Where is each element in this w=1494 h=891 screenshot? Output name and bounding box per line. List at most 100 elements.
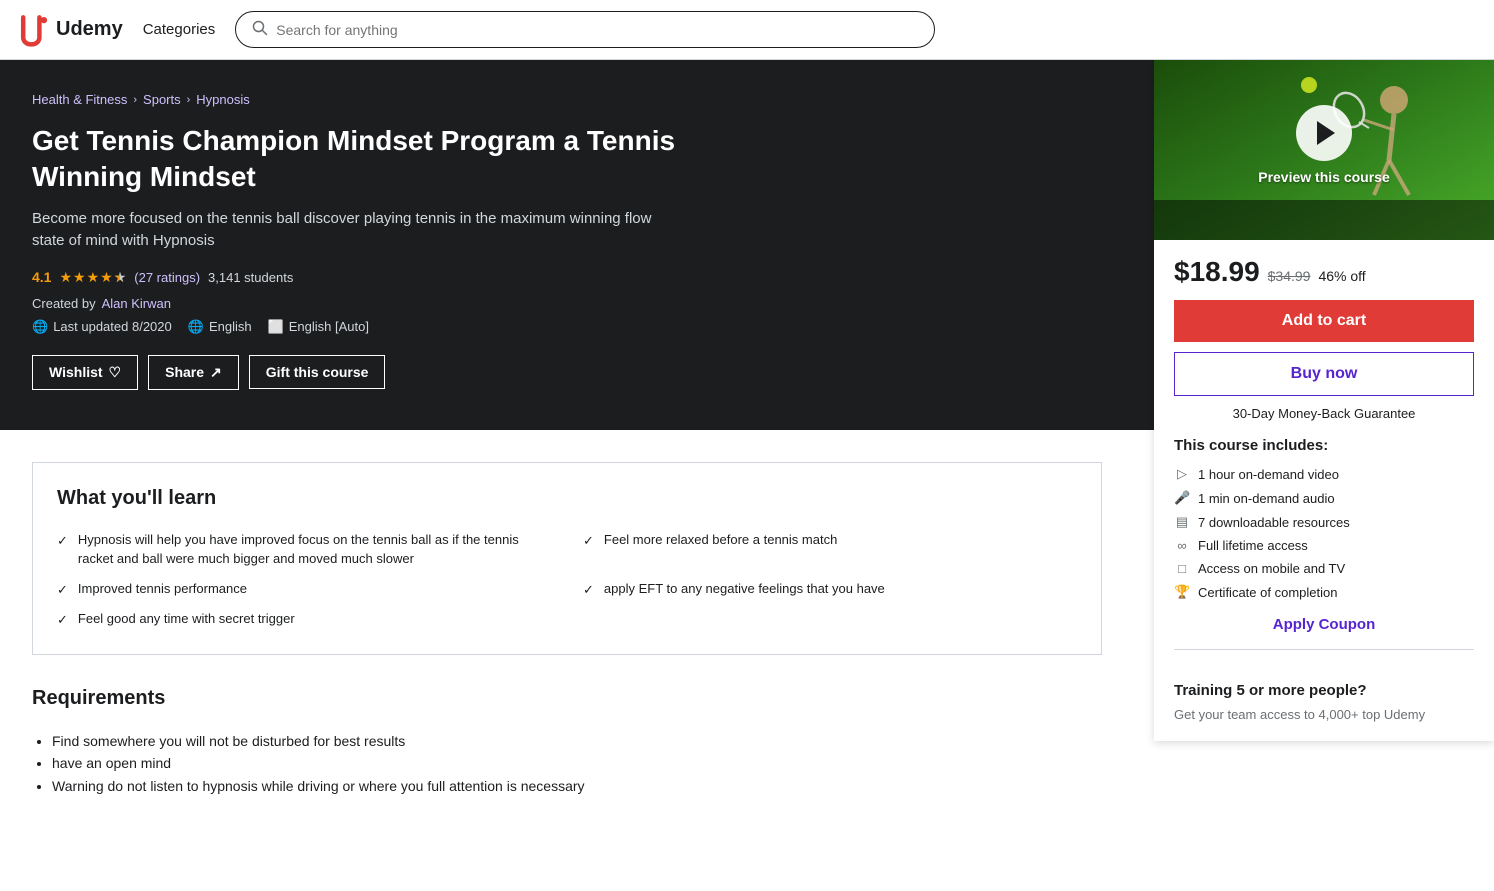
instructor-link[interactable]: Alan Kirwan	[102, 296, 171, 311]
logo[interactable]: Udemy	[16, 12, 123, 48]
divider	[1174, 649, 1474, 650]
learn-section: What you'll learn ✓ Hypnosis will help y…	[32, 462, 1102, 655]
wishlist-button[interactable]: Wishlist ♡	[32, 355, 138, 390]
team-text: Get your team access to 4,000+ top Udemy	[1174, 705, 1474, 725]
rating-count: (27 ratings)	[134, 270, 200, 285]
check-icon-4: ✓	[583, 580, 594, 600]
breadcrumb-sep-1: ›	[133, 94, 137, 106]
play-overlay[interactable]: Preview this course	[1154, 50, 1494, 240]
star-3: ★	[87, 269, 100, 286]
includes-item-certificate: 🏆 Certificate of completion	[1174, 584, 1474, 600]
learn-item-5: ✓ Feel good any time with secret trigger	[57, 609, 551, 630]
includes-item-lifetime: ∞ Full lifetime access	[1174, 538, 1474, 553]
mobile-icon: □	[1174, 561, 1190, 576]
check-icon-1: ✓	[57, 531, 68, 551]
caption-text: English [Auto]	[289, 319, 369, 334]
learn-grid: ✓ Hypnosis will help you have improved f…	[57, 530, 1077, 630]
caption-item: ⬜ English [Auto]	[268, 319, 369, 335]
guarantee-text: 30-Day Money-Back Guarantee	[1174, 406, 1474, 421]
req-item-3: Warning do not listen to hypnosis while …	[52, 775, 1102, 797]
sidebar-price-section: $18.99 $34.99 46% off Add to cart Buy no…	[1154, 240, 1494, 682]
star-4: ★	[100, 269, 113, 286]
gift-button[interactable]: Gift this course	[249, 355, 386, 389]
learn-text-3: Improved tennis performance	[78, 579, 247, 599]
share-icon: ↗	[210, 364, 222, 381]
certificate-icon: 🏆	[1174, 584, 1190, 600]
includes-item-audio: 🎤 1 min on-demand audio	[1174, 490, 1474, 506]
course-title: Get Tennis Champion Mindset Program a Te…	[32, 123, 712, 196]
content-area: What you'll learn ✓ Hypnosis will help y…	[0, 430, 1134, 861]
includes-audio-text: 1 min on-demand audio	[1198, 491, 1335, 506]
last-updated-text: Last updated 8/2020	[53, 319, 172, 334]
buy-now-button[interactable]: Buy now	[1174, 352, 1474, 396]
last-updated-item: 🌐 Last updated 8/2020	[32, 319, 172, 335]
udemy-logo-icon	[16, 12, 52, 48]
learn-item-4: ✓ apply EFT to any negative feelings tha…	[583, 579, 1077, 600]
includes-item-video: ▷ 1 hour on-demand video	[1174, 466, 1474, 482]
caption-icon: ⬜	[268, 319, 284, 335]
requirements-section: Requirements Find somewhere you will not…	[32, 687, 1102, 797]
star-2: ★	[73, 269, 86, 286]
preview-label: Preview this course	[1258, 169, 1390, 185]
course-preview[interactable]: Preview this course	[1154, 50, 1494, 240]
instructor-row: Created by Alan Kirwan	[32, 296, 1122, 311]
rating-row: 4.1 ★ ★ ★ ★ ★ ★ (27 ratings) 3,141 stude…	[32, 269, 1122, 286]
check-icon-2: ✓	[583, 531, 594, 551]
team-title: Training 5 or more people?	[1174, 682, 1474, 699]
includes-list: ▷ 1 hour on-demand video 🎤 1 min on-dema…	[1174, 466, 1474, 600]
includes-video-text: 1 hour on-demand video	[1198, 467, 1339, 482]
includes-title: This course includes:	[1174, 437, 1474, 454]
learn-item-3: ✓ Improved tennis performance	[57, 579, 551, 600]
students-count: 3,141 students	[208, 270, 293, 285]
requirements-list: Find somewhere you will not be disturbed…	[32, 730, 1102, 797]
video-icon: ▷	[1174, 466, 1190, 482]
hero-section: Health & Fitness › Sports › Hypnosis Get…	[0, 60, 1154, 430]
price-original: $34.99	[1268, 268, 1311, 284]
rating-number: 4.1	[32, 269, 51, 285]
includes-certificate-text: Certificate of completion	[1198, 585, 1337, 600]
price-row: $18.99 $34.99 46% off	[1174, 256, 1474, 288]
includes-item-download: ▤ 7 downloadable resources	[1174, 514, 1474, 530]
info-row: 🌐 Last updated 8/2020 🌐 English ⬜ Englis…	[32, 319, 1122, 335]
check-icon-3: ✓	[57, 580, 68, 600]
course-subtitle: Become more focused on the tennis ball d…	[32, 208, 672, 253]
learn-section-title: What you'll learn	[57, 487, 1077, 510]
search-bar	[235, 11, 935, 48]
requirements-title: Requirements	[32, 687, 1102, 710]
price-current: $18.99	[1174, 256, 1260, 288]
sidebar: Preview this course $18.99 $34.99 46% of…	[1154, 50, 1494, 741]
search-input[interactable]	[276, 22, 918, 38]
categories-button[interactable]: Categories	[135, 17, 224, 42]
wishlist-label: Wishlist	[49, 364, 103, 380]
breadcrumb-health[interactable]: Health & Fitness	[32, 92, 127, 107]
add-to-cart-button[interactable]: Add to cart	[1174, 300, 1474, 342]
breadcrumb: Health & Fitness › Sports › Hypnosis	[32, 92, 1122, 107]
search-icon	[252, 20, 268, 39]
breadcrumb-sep-2: ›	[187, 94, 191, 106]
share-button[interactable]: Share ↗	[148, 355, 239, 390]
infinity-icon: ∞	[1174, 538, 1190, 553]
audio-icon: 🎤	[1174, 490, 1190, 506]
breadcrumb-sports[interactable]: Sports	[143, 92, 181, 107]
star-1: ★	[59, 269, 72, 286]
language-item: 🌐 English	[188, 319, 252, 335]
download-icon: ▤	[1174, 514, 1190, 530]
breadcrumb-hypnosis[interactable]: Hypnosis	[196, 92, 249, 107]
apply-coupon-link[interactable]: Apply Coupon	[1174, 616, 1474, 633]
learn-text-2: Feel more relaxed before a tennis match	[604, 530, 837, 550]
price-discount: 46% off	[1318, 268, 1365, 284]
includes-item-mobile: □ Access on mobile and TV	[1174, 561, 1474, 576]
logo-text: Udemy	[56, 18, 123, 41]
created-by-label: Created by	[32, 296, 96, 311]
globe-icon: 🌐	[32, 319, 48, 335]
team-section: Training 5 or more people? Get your team…	[1154, 682, 1494, 741]
learn-text-4: apply EFT to any negative feelings that …	[604, 579, 885, 599]
play-circle	[1296, 105, 1352, 161]
learn-text-1: Hypnosis will help you have improved foc…	[78, 530, 551, 569]
includes-mobile-text: Access on mobile and TV	[1198, 561, 1345, 576]
req-item-1: Find somewhere you will not be disturbed…	[52, 730, 1102, 752]
learn-text-5: Feel good any time with secret trigger	[78, 609, 295, 629]
includes-lifetime-text: Full lifetime access	[1198, 538, 1308, 553]
req-item-2: have an open mind	[52, 752, 1102, 774]
language-icon: 🌐	[188, 319, 204, 335]
